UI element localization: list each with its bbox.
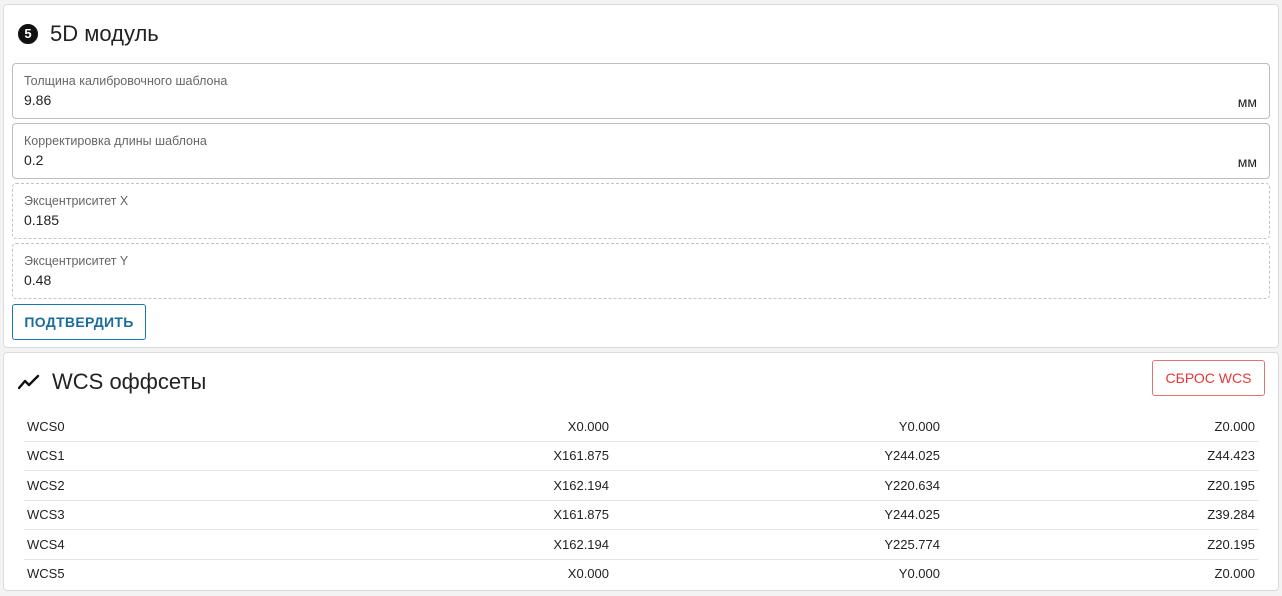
- eccentricity-y-value: 0.48: [24, 272, 52, 288]
- wcs-offsets-header: WCS оффсеты: [18, 367, 206, 397]
- table-row: WCS4 X162.194 Y225.774 Z20.195: [24, 529, 1258, 560]
- template-length-correction-label: Корректировка длины шаблона: [24, 134, 207, 148]
- trending-line-icon: [18, 374, 40, 390]
- reset-wcs-button[interactable]: СБРОС WCS: [1152, 360, 1265, 396]
- wcs-offsets-title: WCS оффсеты: [52, 369, 207, 394]
- wcs-z: Z20.195: [943, 529, 1258, 560]
- wcs-name: WCS1: [24, 441, 230, 471]
- wcs-y: Y0.000: [612, 412, 943, 442]
- module-5d-title: 5D модуль: [50, 21, 159, 46]
- template-length-correction-unit: мм: [1237, 154, 1257, 170]
- eccentricity-x-label: Эксцентриситет X: [24, 194, 129, 208]
- wcs-x: X162.194: [230, 470, 612, 501]
- wcs-name: WCS2: [24, 470, 230, 501]
- table-row: WCS3 X161.875 Y244.025 Z39.284: [24, 500, 1258, 530]
- module-5d-card: 5 5D модуль Толщина калибровочного шабло…: [3, 4, 1279, 348]
- wcs-z: Z39.284: [943, 500, 1258, 530]
- template-thickness-unit: мм: [1237, 94, 1257, 110]
- wcs-z: Z20.195: [943, 470, 1258, 501]
- wcs-name: WCS5: [27, 566, 65, 582]
- wcs-y: Y220.634: [612, 470, 943, 501]
- eccentricity-x-value: 0.185: [24, 212, 60, 228]
- template-length-correction-field[interactable]: Корректировка длины шаблона мм: [12, 123, 1270, 179]
- wcs-z: Z0.000: [1214, 566, 1255, 582]
- template-length-correction-input[interactable]: [24, 152, 1124, 168]
- eccentricity-y-label: Эксцентриситет Y: [24, 254, 129, 268]
- template-thickness-input[interactable]: [24, 92, 1124, 108]
- wcs-x: X0.000: [230, 412, 612, 442]
- wcs-x: X0.000: [567, 566, 609, 582]
- wcs-z: Z44.423: [943, 441, 1258, 471]
- module-5d-header: 5 5D модуль: [18, 19, 159, 49]
- wcs-x: X162.194: [230, 529, 612, 560]
- table-row: WCS0 X0.000 Y0.000 Z0.000: [24, 412, 1258, 442]
- wcs-name: WCS3: [24, 500, 230, 530]
- wcs-y: Y244.025: [612, 441, 943, 471]
- wcs-z: Z0.000: [943, 412, 1258, 442]
- number-five-circle-icon: 5: [18, 24, 38, 44]
- template-thickness-field[interactable]: Толщина калибровочного шаблона мм: [12, 63, 1270, 119]
- wcs-offsets-card: WCS оффсеты СБРОС WCS WCS0 X0.000 Y0.000…: [3, 352, 1279, 591]
- wcs-y: Y0.000: [898, 566, 940, 582]
- confirm-button[interactable]: ПОДТВЕРДИТЬ: [12, 304, 146, 340]
- wcs-name: WCS0: [24, 412, 230, 442]
- wcs-y: Y225.774: [612, 529, 943, 560]
- table-row: WCS5 X0.000 Y0.000 Z0.000: [24, 559, 1258, 588]
- wcs-x: X161.875: [230, 500, 612, 530]
- wcs-table: WCS0 X0.000 Y0.000 Z0.000 WCS1 X161.875 …: [24, 412, 1258, 588]
- eccentricity-x-field: Эксцентриситет X 0.185: [12, 183, 1270, 239]
- template-thickness-label: Толщина калибровочного шаблона: [24, 74, 228, 88]
- eccentricity-y-field: Эксцентриситет Y 0.48: [12, 243, 1270, 299]
- wcs-y: Y244.025: [612, 500, 943, 530]
- wcs-x: X161.875: [230, 441, 612, 471]
- table-row: WCS1 X161.875 Y244.025 Z44.423: [24, 441, 1258, 471]
- table-row: WCS2 X162.194 Y220.634 Z20.195: [24, 470, 1258, 501]
- wcs-name: WCS4: [24, 529, 230, 560]
